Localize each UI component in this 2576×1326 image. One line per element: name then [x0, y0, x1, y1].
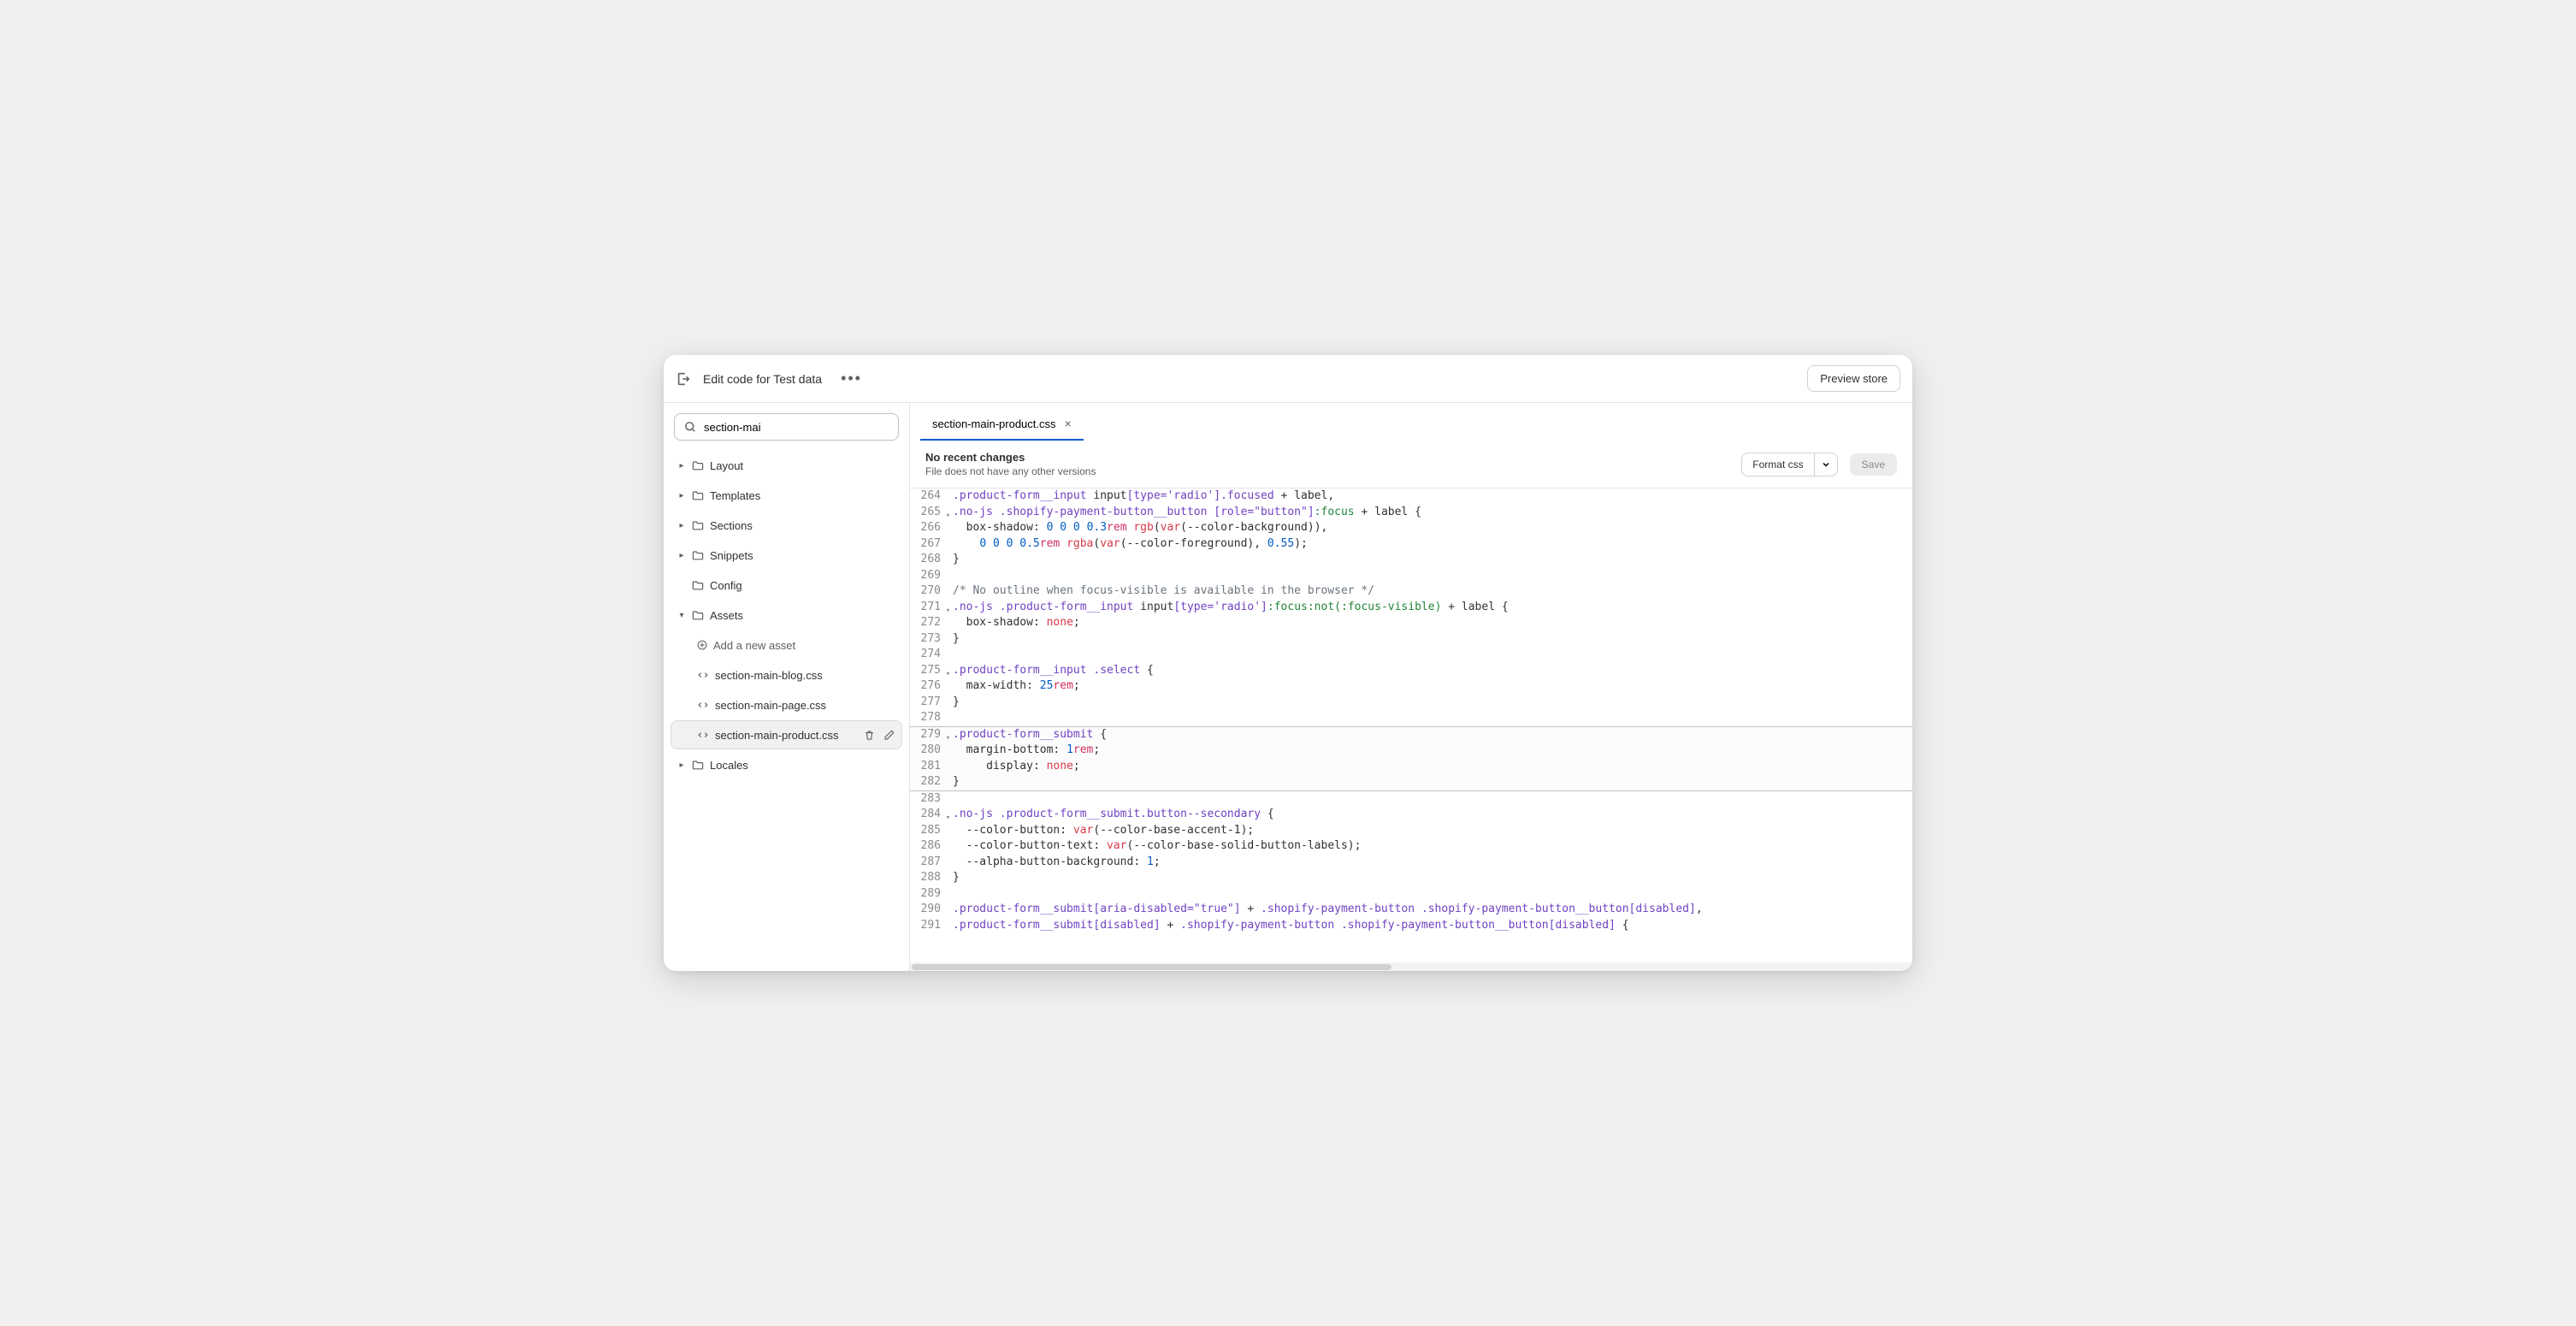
preview-store-button[interactable]: Preview store: [1807, 365, 1900, 392]
horizontal-scrollbar[interactable]: [910, 962, 1912, 971]
tree-label: Templates: [710, 489, 760, 502]
tree-label: section-main-blog.css: [715, 669, 823, 682]
folder-icon: [691, 758, 705, 772]
tree-label: section-main-page.css: [715, 699, 826, 712]
folder-icon: [691, 608, 705, 622]
add-asset-label: Add a new asset: [713, 639, 795, 652]
code-line[interactable]: 277}: [910, 695, 1912, 711]
tab-active[interactable]: section-main-product.css ×: [920, 408, 1084, 441]
close-icon[interactable]: ×: [1065, 417, 1072, 430]
code-file-icon: [696, 698, 710, 712]
code-line[interactable]: 271▾.no-js .product-form__input input[ty…: [910, 600, 1912, 616]
tree-folder-layout[interactable]: ▸ Layout: [671, 451, 902, 480]
tree-folder-templates[interactable]: ▸ Templates: [671, 481, 902, 510]
folder-icon: [691, 459, 705, 472]
code-line[interactable]: 273}: [910, 631, 1912, 648]
chevron-down-icon: [1822, 460, 1830, 469]
tree-file-page[interactable]: section-main-page.css: [671, 690, 902, 719]
code-line[interactable]: 281 display: none;: [910, 759, 1912, 775]
code-line[interactable]: 285 --color-button: var(--color-base-acc…: [910, 823, 1912, 839]
code-line[interactable]: 288}: [910, 870, 1912, 886]
more-icon[interactable]: •••: [834, 366, 869, 391]
chevron-right-icon: ▸: [677, 491, 686, 500]
tree-label: section-main-product.css: [715, 729, 839, 742]
code-line[interactable]: 276 max-width: 25rem;: [910, 678, 1912, 695]
scrollbar-thumb[interactable]: [912, 964, 1391, 970]
tree-folder-locales[interactable]: ▸ Locales: [671, 750, 902, 779]
tree-label: Assets: [710, 609, 743, 622]
tree-folder-snippets[interactable]: ▸ Snippets: [671, 541, 902, 570]
tree-file-blog[interactable]: section-main-blog.css: [671, 660, 902, 690]
folder-icon: [691, 548, 705, 562]
search-input[interactable]: [704, 421, 889, 434]
tree-file-product[interactable]: section-main-product.css: [671, 720, 902, 749]
tree-label: Config: [710, 579, 742, 592]
code-line[interactable]: 287 --alpha-button-background: 1;: [910, 855, 1912, 871]
trash-icon[interactable]: [863, 729, 876, 742]
code-line[interactable]: 284▾.no-js .product-form__submit.button-…: [910, 807, 1912, 823]
code-line[interactable]: 269: [910, 568, 1912, 584]
code-line[interactable]: 290.product-form__submit[aria-disabled="…: [910, 902, 1912, 918]
file-tree: ▸ Layout ▸ Templates ▸ Sections ▸: [671, 451, 902, 779]
code-line[interactable]: 291.product-form__submit[disabled] + .sh…: [910, 918, 1912, 934]
code-line[interactable]: 279▾.product-form__submit {: [910, 726, 1912, 743]
format-dropdown-button[interactable]: [1815, 453, 1838, 477]
code-line[interactable]: 264.product-form__input input[type='radi…: [910, 488, 1912, 505]
search-icon: [683, 420, 697, 434]
code-line[interactable]: 289: [910, 886, 1912, 903]
editor-window: Edit code for Test data ••• Preview stor…: [664, 355, 1912, 971]
chevron-right-icon: ▸: [677, 761, 686, 770]
folder-icon: [691, 578, 705, 592]
editor-subheader: No recent changes File does not have any…: [910, 441, 1912, 488]
code-line[interactable]: 282}: [910, 774, 1912, 791]
tree-label: Sections: [710, 519, 753, 532]
changes-desc: File does not have any other versions: [925, 465, 1096, 477]
code-line[interactable]: 275▾.product-form__input .select {: [910, 663, 1912, 679]
format-button-group: Format css: [1741, 453, 1837, 477]
tab-label: section-main-product.css: [932, 417, 1056, 430]
chevron-down-icon: ▾: [677, 611, 686, 620]
code-line[interactable]: 265▾.no-js .shopify-payment-button__butt…: [910, 505, 1912, 521]
sidebar: ▸ Layout ▸ Templates ▸ Sections ▸: [664, 403, 910, 971]
code-editor[interactable]: 264.product-form__input input[type='radi…: [910, 488, 1912, 962]
chevron-right-icon: ▸: [677, 551, 686, 560]
code-file-icon: [696, 668, 710, 682]
code-line[interactable]: 274: [910, 647, 1912, 663]
folder-icon: [691, 488, 705, 502]
tree-label: Layout: [710, 459, 743, 472]
exit-icon[interactable]: [676, 371, 691, 387]
tab-bar: section-main-product.css ×: [910, 403, 1912, 441]
code-line[interactable]: 280 margin-bottom: 1rem;: [910, 743, 1912, 759]
tree-folder-config[interactable]: ▸ Config: [671, 571, 902, 600]
tree-folder-sections[interactable]: ▸ Sections: [671, 511, 902, 540]
folder-icon: [691, 518, 705, 532]
code-line[interactable]: 286 --color-button-text: var(--color-bas…: [910, 838, 1912, 855]
header-bar: Edit code for Test data ••• Preview stor…: [664, 355, 1912, 403]
editor-main: section-main-product.css × No recent cha…: [910, 403, 1912, 971]
code-line[interactable]: 283: [910, 791, 1912, 808]
save-button[interactable]: Save: [1850, 453, 1897, 476]
changes-title: No recent changes: [925, 451, 1096, 464]
code-file-icon: [696, 728, 710, 742]
code-line[interactable]: 272 box-shadow: none;: [910, 615, 1912, 631]
header-title: Edit code for Test data: [703, 372, 822, 386]
tree-folder-assets[interactable]: ▾ Assets: [671, 601, 902, 630]
search-input-wrap[interactable]: [674, 413, 899, 441]
add-asset-button[interactable]: Add a new asset: [671, 630, 902, 660]
code-line[interactable]: 267 0 0 0 0.5rem rgba(var(--color-foregr…: [910, 536, 1912, 553]
format-css-button[interactable]: Format css: [1741, 453, 1814, 477]
edit-icon[interactable]: [883, 729, 895, 742]
tree-label: Locales: [710, 759, 748, 772]
code-line[interactable]: 270/* No outline when focus-visible is a…: [910, 583, 1912, 600]
chevron-right-icon: ▸: [677, 521, 686, 530]
chevron-right-icon: ▸: [677, 461, 686, 471]
code-line[interactable]: 278: [910, 710, 1912, 726]
code-line[interactable]: 268}: [910, 552, 1912, 568]
plus-circle-icon: [696, 639, 708, 651]
code-line[interactable]: 266 box-shadow: 0 0 0 0.3rem rgb(var(--c…: [910, 520, 1912, 536]
tree-label: Snippets: [710, 549, 753, 562]
